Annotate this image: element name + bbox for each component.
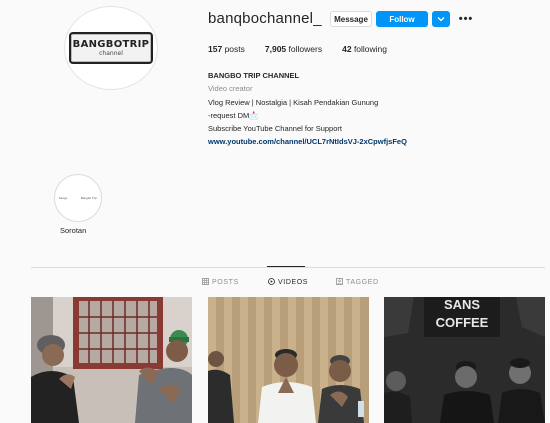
more-options-icon: ••• [458, 13, 474, 25]
bio-line-1: Vlog Review | Nostalgia | Kisah Pendakia… [208, 97, 379, 107]
logo-text: BANGBOTRIP [72, 39, 150, 50]
chevron-down-icon [437, 15, 445, 24]
bio-line-3: Subscribe YouTube Channel for Support [208, 124, 342, 134]
logo-subtext: channel [99, 50, 123, 57]
active-tab-indicator [267, 266, 305, 267]
video-thumbnail-3[interactable]: SANS COFFEE [384, 297, 545, 423]
highlight-cover: bango Bangbo Trip [59, 193, 97, 203]
suggested-dropdown-button[interactable] [432, 11, 450, 27]
posts-stat[interactable]: 157 posts [208, 44, 245, 54]
more-options-button[interactable]: ••• [458, 11, 474, 27]
tab-tagged-label: TAGGED [346, 279, 379, 286]
tagged-icon [336, 278, 343, 287]
tab-posts-label: POSTS [212, 279, 239, 286]
tab-videos-label: VIDEOS [278, 279, 309, 286]
highlight-label: Sorotan [60, 226, 87, 235]
posts-label: posts [224, 44, 245, 54]
tab-posts[interactable]: POSTS [202, 278, 239, 287]
video-thumbnail-2[interactable] [208, 297, 369, 423]
video-thumbnail-1[interactable] [31, 297, 192, 423]
following-stat[interactable]: 42 following [342, 44, 387, 54]
follow-button[interactable]: Follow [376, 11, 428, 27]
thumbnail-sign-line-1: SANS [444, 297, 480, 312]
tabs-divider [31, 267, 545, 268]
followers-label: followers [288, 44, 323, 54]
bio-category: Video creator [208, 84, 253, 94]
thumbnail-sign-line-2: COFFEE [436, 315, 489, 330]
following-count: 42 [342, 44, 352, 54]
profile-stats: 157 posts 7,905 followers 42 following [208, 44, 407, 54]
bio-link[interactable]: www.youtube.com/channel/UCL7rNtIdsVJ-2xC… [208, 135, 407, 148]
highlight-cover-text-right: Bangbo Trip [80, 196, 97, 200]
bio-line-2: -request DM📩 [208, 110, 259, 120]
story-highlight[interactable]: bango Bangbo Trip [54, 174, 102, 222]
posts-count: 157 [208, 44, 223, 54]
tab-tagged[interactable]: TAGGED [336, 278, 379, 287]
grid-icon [202, 278, 209, 287]
bio-name: BANGBO TRIP CHANNEL [208, 71, 300, 80]
followers-stat[interactable]: 7,905 followers [265, 44, 322, 54]
highlight-cover-text-left: bango [59, 196, 68, 200]
profile-avatar[interactable]: BANGBOTRIP channel [64, 6, 158, 90]
profile-username: banqbochannel_ [208, 10, 322, 27]
message-button[interactable]: Message [330, 11, 372, 27]
video-icon [268, 278, 275, 287]
channel-logo: BANGBOTRIP channel [69, 32, 153, 64]
following-label: following [353, 44, 388, 54]
tab-videos[interactable]: VIDEOS [268, 278, 308, 287]
followers-count: 7,905 [264, 44, 287, 54]
profile-bio: BANGBO TRIP CHANNEL Video creator Vlog R… [208, 69, 407, 149]
